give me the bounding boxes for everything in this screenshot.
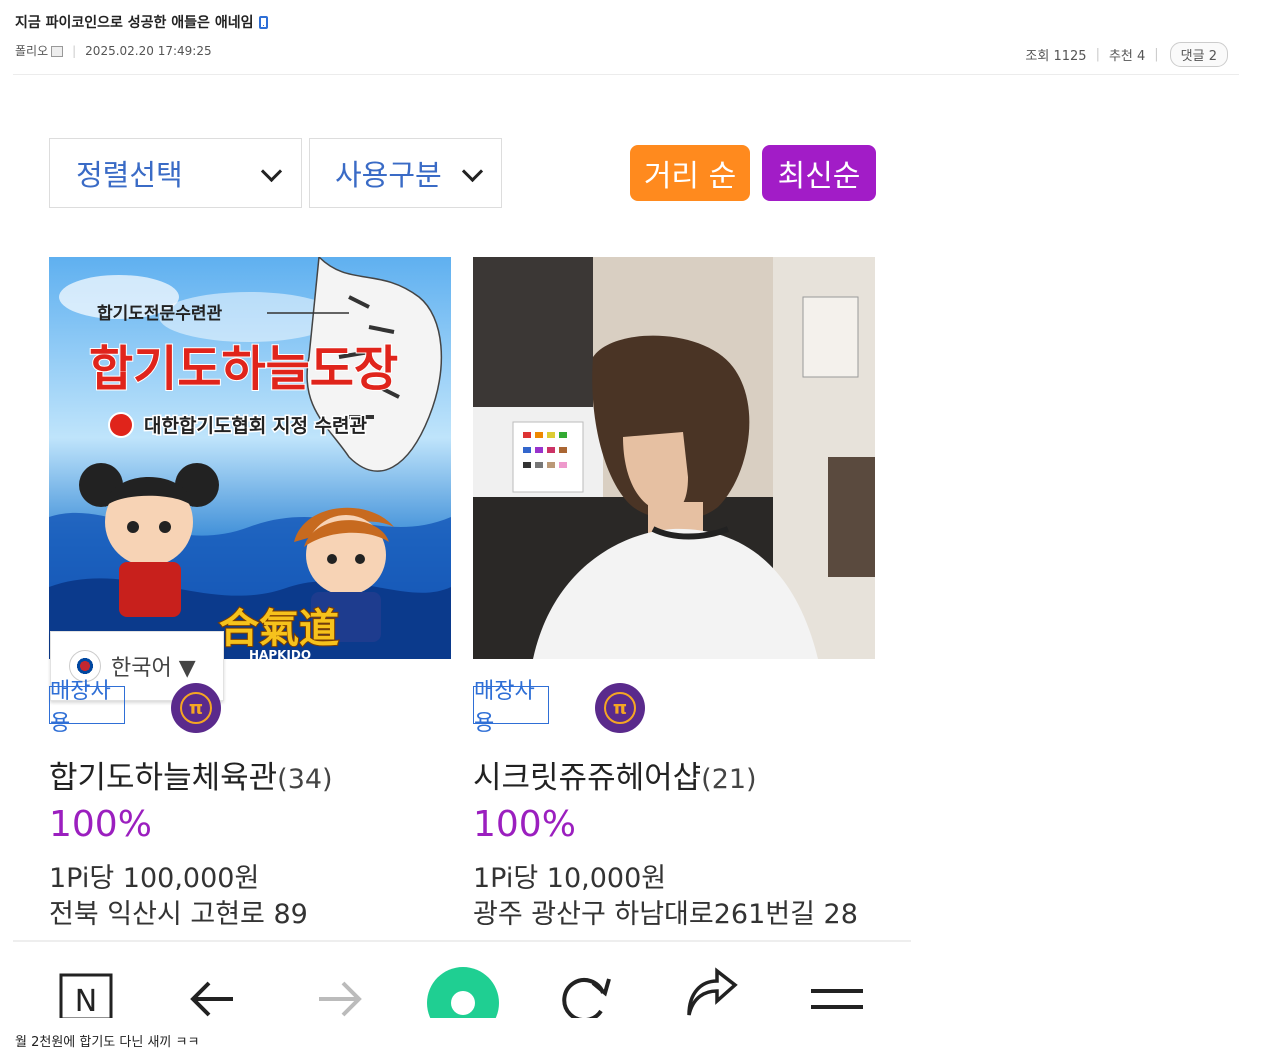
post-body-caption: 월 2천원에 합기도 다닌 새끼 ㅋㅋ (15, 1035, 200, 1050)
stats-divider: | (1154, 47, 1159, 62)
store-address: 광주 광산구 하남대로261번길 28 (473, 899, 858, 930)
reply-count-button[interactable]: 댓글 2 (1169, 42, 1228, 67)
poster-hanja-text: 合氣道 (219, 605, 339, 652)
recommend-count: 추천 4 (1108, 49, 1146, 64)
store-pi-rate: 1Pi당 100,000원 (49, 863, 260, 894)
author-name[interactable]: 폴리오 (15, 42, 48, 59)
post-title: 지금 파이코인으로 성공한 애들은 애네임 (15, 12, 269, 32)
store-pi-percent: 100% (473, 804, 576, 845)
poster-header-text: 합기도전문수련관 (97, 303, 222, 324)
home-circle-icon[interactable] (423, 963, 503, 1018)
post-datetime: 2025.02.20 17:49:25 (85, 43, 212, 58)
hair-salon-photo (473, 257, 875, 659)
refresh-icon[interactable] (557, 963, 613, 1018)
pi-coin-icon: π (595, 683, 645, 733)
stats-divider: | (1095, 47, 1100, 62)
hapkido-poster-illustration: 합기도전문수련관 합기도하늘도장 대한합기도협회 지정 수련관 合氣道 HAPK… (49, 257, 451, 659)
store-usage-badge: 매장사용 (473, 679, 549, 736)
store-image-hapkido[interactable]: 합기도전문수련관 합기도하늘도장 대한합기도협회 지정 수련관 合氣道 HAPK… (49, 257, 451, 659)
store-name-text: 합기도하늘체육관 (49, 760, 278, 796)
chevron-down-icon (260, 160, 283, 183)
post-stats: 조회 1125 | 추천 4 | 댓글 2 (1025, 42, 1228, 67)
store-usage-badge: 매장사용 (49, 679, 125, 736)
naver-n-icon[interactable]: N (58, 963, 114, 1018)
sort-dropdown-label: 정렬선택 (76, 158, 183, 192)
store-pi-rate: 1Pi당 10,000원 (473, 863, 667, 894)
sort-newest-button[interactable]: 최신순 (762, 145, 876, 201)
svg-text:N: N (75, 984, 97, 1018)
store-name-text: 시크릿쥬쥬헤어샵 (473, 760, 702, 796)
share-icon[interactable] (683, 963, 739, 1018)
bottom-nav-divider (13, 940, 911, 942)
sort-distance-button[interactable]: 거리 순 (630, 145, 750, 201)
chevron-down-icon (461, 160, 484, 183)
pi-coin-icon: π (171, 683, 221, 733)
sort-dropdown[interactable]: 정렬선택 (49, 138, 302, 208)
usage-dropdown[interactable]: 사용구분 (309, 138, 502, 208)
store-name[interactable]: 합기도하늘체육관(34) (49, 752, 333, 797)
store-review-count: (21) (701, 764, 757, 795)
poster-subtitle-text: 대한합기도협회 지정 수련관 (144, 415, 368, 437)
usage-dropdown-label: 사용구분 (335, 158, 442, 192)
meta-divider: | (72, 43, 77, 58)
store-name[interactable]: 시크릿쥬쥬헤어샵(21) (473, 752, 757, 797)
menu-icon[interactable] (809, 963, 865, 1018)
mobile-icon (259, 15, 269, 29)
store-review-count: (34) (277, 764, 333, 795)
store-pi-percent: 100% (49, 804, 152, 845)
store-image-hairshop[interactable] (473, 257, 875, 659)
header-divider (13, 74, 1239, 75)
store-address: 전북 익산시 고현로 89 (49, 899, 308, 930)
poster-bottom-text: HAPKIDO (249, 648, 311, 659)
forward-arrow-icon[interactable] (311, 963, 367, 1018)
back-arrow-icon[interactable] (185, 963, 241, 1018)
post-meta: 폴리오 | 2025.02.20 17:49:25 (15, 42, 212, 59)
post-title-text: 지금 파이코인으로 성공한 애들은 애네임 (15, 15, 254, 31)
nick-badge-icon (51, 46, 64, 57)
embedded-screenshot: 정렬선택 사용구분 거리 순 최신순 합기도전문수련관 합기도하늘도장 대한합기… (13, 78, 911, 1018)
view-count: 조회 1125 (1025, 49, 1087, 64)
poster-title-text: 합기도하늘도장 (89, 341, 398, 397)
